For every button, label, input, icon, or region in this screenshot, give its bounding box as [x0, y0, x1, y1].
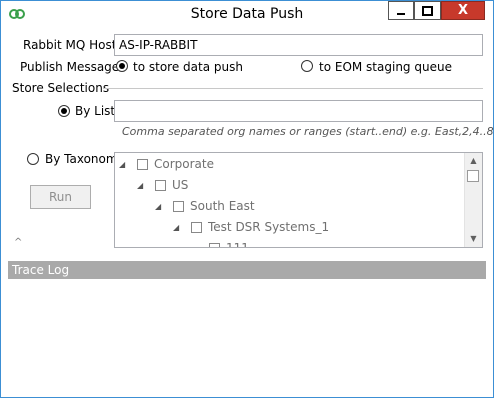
- expanded-arrow-icon[interactable]: ◢: [173, 223, 183, 232]
- tree-node-label: Test DSR Systems_1: [208, 220, 330, 234]
- expanded-arrow-icon[interactable]: ◢: [137, 181, 147, 190]
- tree-checkbox[interactable]: [191, 221, 202, 233]
- publish-store-radio[interactable]: [116, 60, 128, 72]
- trace-log-title: Trace Log: [12, 263, 70, 277]
- by-taxonomy-radio[interactable]: [27, 153, 39, 165]
- host-input[interactable]: [115, 35, 482, 55]
- by-list-input[interactable]: [115, 101, 482, 121]
- expanded-arrow-icon[interactable]: ◢: [119, 160, 129, 169]
- tree-node[interactable]: ◢ Test DSR Systems_1: [173, 219, 329, 235]
- close-button[interactable]: X: [441, 1, 485, 20]
- expanded-arrow-icon[interactable]: ◢: [155, 202, 165, 211]
- by-list-hint: Comma separated org names or ranges (sta…: [122, 125, 494, 138]
- run-button[interactable]: Run: [30, 185, 91, 209]
- publish-eom-label[interactable]: to EOM staging queue: [319, 60, 452, 74]
- close-icon: X: [457, 3, 469, 18]
- trace-log-header: Trace Log: [8, 261, 486, 279]
- scroll-thumb[interactable]: [467, 170, 479, 182]
- collapse-chevron-icon[interactable]: ^: [14, 237, 22, 248]
- publish-eom-radio[interactable]: [301, 60, 313, 72]
- tree-node-label: South East: [190, 199, 255, 213]
- tree-checkbox[interactable]: [209, 242, 220, 247]
- tree-node-label: 111: [226, 241, 249, 248]
- scroll-up-icon[interactable]: ▲: [465, 153, 482, 169]
- main-window: Store Data Push X Rabbit MQ Host: Publis…: [0, 0, 494, 398]
- tree-node-label: US: [172, 178, 189, 192]
- store-selections-title: Store Selections: [12, 81, 110, 95]
- minimize-button[interactable]: [388, 1, 414, 20]
- tree-node[interactable]: 111: [209, 240, 249, 248]
- tree-node[interactable]: ◢ South East: [155, 198, 255, 214]
- tree-checkbox[interactable]: [155, 179, 166, 191]
- title-bar[interactable]: Store Data Push X: [1, 1, 493, 27]
- tree-node[interactable]: ◢ Corporate: [119, 156, 214, 172]
- tree-node-label: Corporate: [154, 157, 214, 171]
- host-field[interactable]: [114, 34, 483, 56]
- scroll-down-icon[interactable]: ▼: [465, 231, 482, 247]
- maximize-icon: [422, 5, 433, 16]
- publish-store-label[interactable]: to store data push: [133, 60, 243, 74]
- minimize-icon: [397, 12, 405, 15]
- maximize-button[interactable]: [414, 1, 441, 20]
- group-separator: [103, 88, 483, 89]
- by-list-field[interactable]: [114, 100, 483, 122]
- tree-node[interactable]: ◢ US: [137, 177, 188, 193]
- tree-scrollbar[interactable]: ▲ ▼: [464, 153, 482, 247]
- tree-checkbox[interactable]: [173, 200, 184, 212]
- by-list-label[interactable]: By List:: [75, 104, 119, 118]
- taxonomy-tree[interactable]: ◢ Corporate ◢ US ◢ South East ◢ Test DSR…: [114, 152, 483, 248]
- publish-label: Publish Message:: [20, 60, 124, 74]
- tree-checkbox[interactable]: [137, 158, 148, 170]
- by-list-radio[interactable]: [58, 105, 70, 117]
- host-label: Rabbit MQ Host:: [23, 38, 121, 52]
- trace-log-area[interactable]: [8, 279, 486, 393]
